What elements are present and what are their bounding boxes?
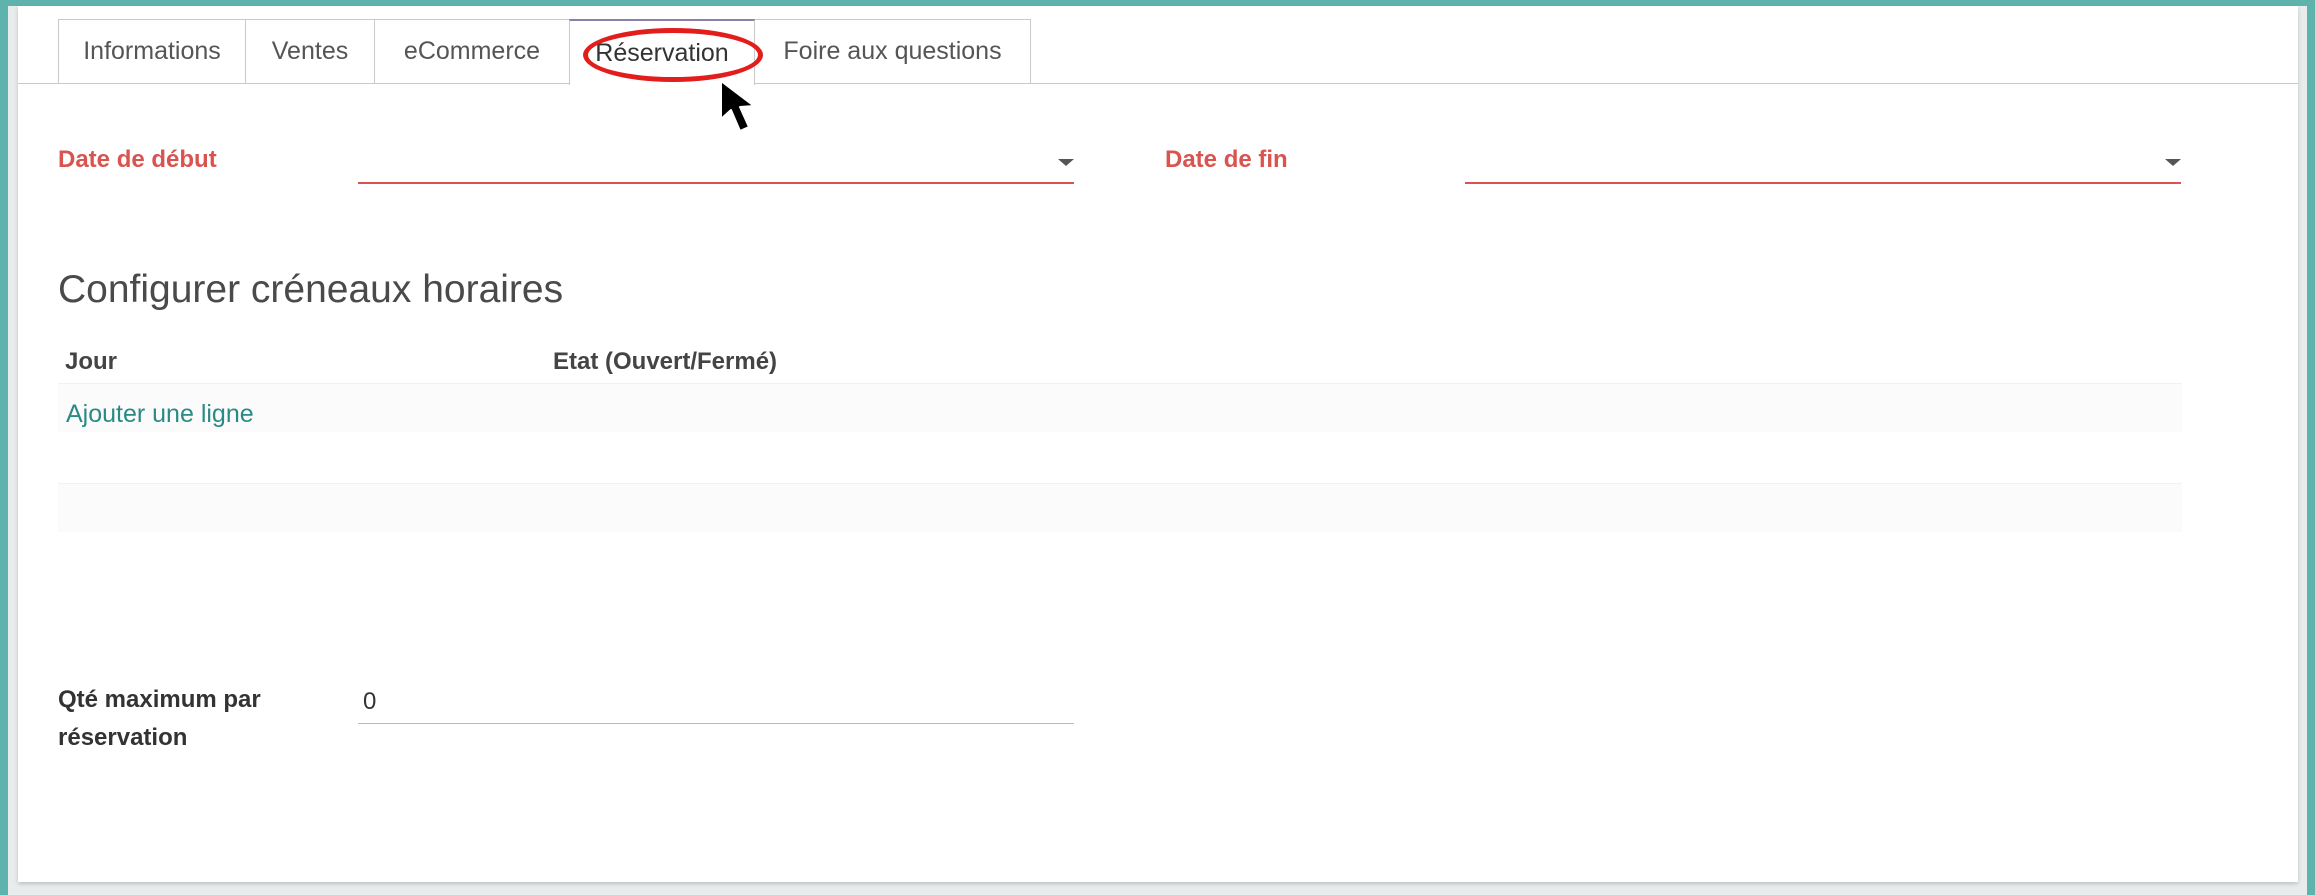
end-date-input[interactable] <box>1465 146 2181 184</box>
arrow-cursor-icon <box>720 80 755 132</box>
max-qty-input[interactable]: 0 <box>358 682 1074 724</box>
column-header-day: Jour <box>65 348 118 375</box>
column-header-state: Etat (Ouvert/Fermé) <box>553 348 778 375</box>
max-qty-label-line1: Qté maximum par <box>58 686 261 713</box>
add-line-link[interactable]: Ajouter une ligne <box>66 400 254 429</box>
tab-ecommerce[interactable]: eCommerce <box>374 19 570 83</box>
section-title: Configurer créneaux horaires <box>58 268 564 311</box>
table-row <box>58 483 2182 532</box>
max-qty-label-line2: réservation <box>58 724 188 751</box>
start-date-input[interactable] <box>358 146 1074 184</box>
form-sheet: Informations Ventes eCommerce Réservatio… <box>18 6 2298 882</box>
tab-ventes[interactable]: Ventes <box>245 19 375 83</box>
highlight-circle <box>583 28 763 82</box>
table-row <box>58 383 2182 432</box>
app-frame: Informations Ventes eCommerce Réservatio… <box>8 6 2307 895</box>
end-date-label: Date de fin <box>1165 146 1288 173</box>
notebook-tabs: Informations Ventes eCommerce Réservatio… <box>18 6 2298 85</box>
start-date-label: Date de début <box>58 146 217 173</box>
caret-down-icon[interactable] <box>1058 159 1074 166</box>
tab-faq[interactable]: Foire aux questions <box>754 19 1031 83</box>
tab-informations[interactable]: Informations <box>58 19 246 83</box>
caret-down-icon[interactable] <box>2165 159 2181 166</box>
